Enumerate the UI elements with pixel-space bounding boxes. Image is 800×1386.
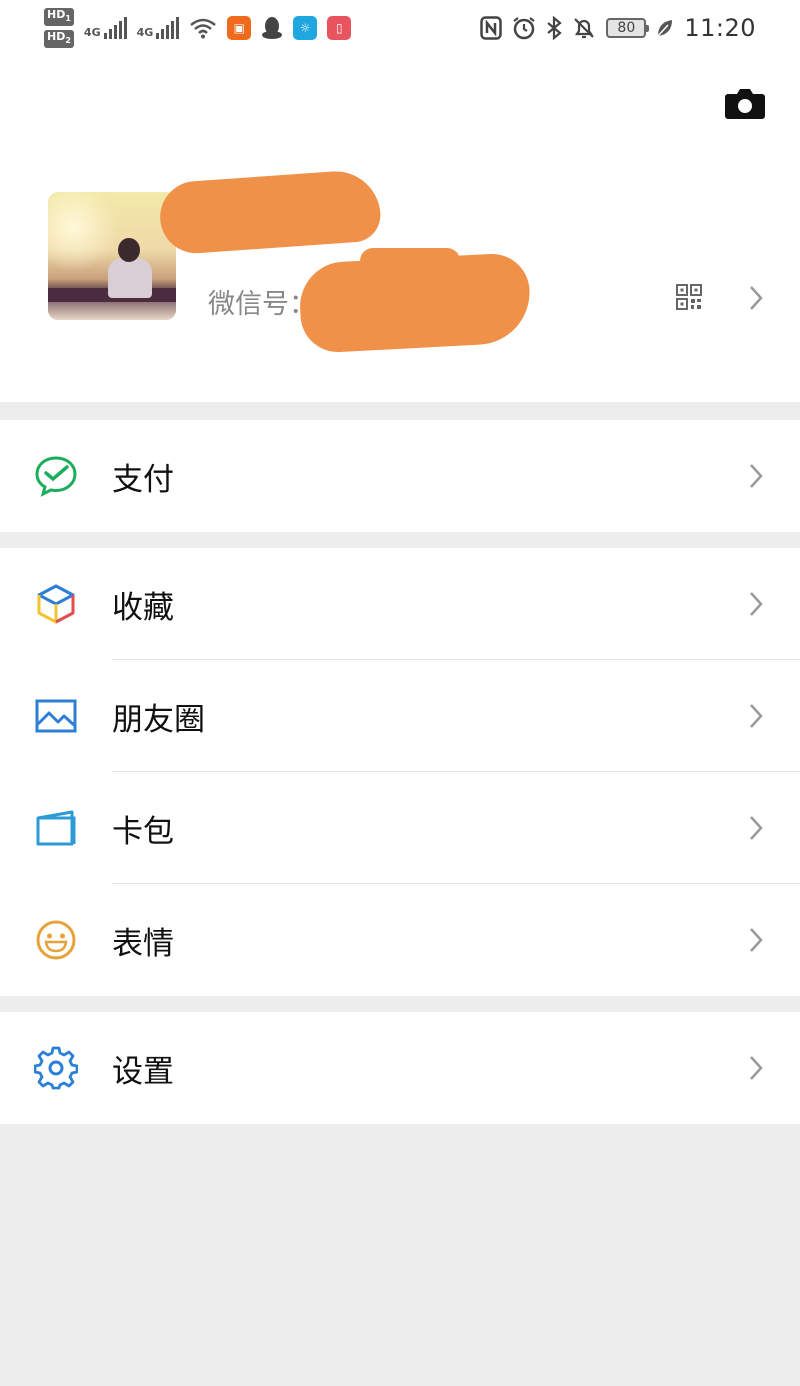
chevron-right-icon: [750, 704, 763, 728]
section-features: 收藏 朋友圈 卡包 表情: [0, 548, 800, 996]
wechat-pay-icon: [35, 456, 77, 497]
signal-2-bars-icon: [156, 17, 180, 39]
signal-1: 4G: [84, 17, 127, 39]
menu-label-favorites: 收藏: [112, 589, 174, 626]
hd2-badge: HD2: [44, 30, 74, 49]
camera-icon[interactable]: [724, 86, 766, 120]
signal-1-label: 4G: [83, 26, 101, 39]
hd-indicators: HD1 HD2: [44, 7, 74, 49]
menu-label-stickers: 表情: [112, 925, 174, 962]
menu-label-pay: 支付: [112, 461, 174, 498]
signal-1-bars-icon: [103, 17, 127, 39]
wechat-id-redaction: [297, 252, 533, 354]
qr-code-icon[interactable]: [676, 284, 702, 310]
menu-item-settings[interactable]: 设置: [0, 1012, 800, 1124]
chevron-right-icon: [750, 592, 763, 616]
gear-icon: [34, 1046, 78, 1090]
menu-item-favorites[interactable]: 收藏: [0, 548, 800, 660]
profile-header[interactable]: 微信号：li: [0, 56, 800, 402]
menu-item-moments[interactable]: 朋友圈: [0, 660, 800, 772]
avatar-person-body: [108, 258, 152, 298]
wechat-me-page: HD1 HD2 4G 4G ▣ ☼ ▯ 80 11:20 微信号：li 支付 收…: [0, 0, 800, 1386]
nickname-redaction: [157, 168, 383, 256]
battery-indicator: 80: [606, 18, 650, 38]
chevron-right-icon: [750, 1056, 763, 1080]
smiley-icon: [36, 920, 76, 960]
section-settings: 设置: [0, 1012, 800, 1124]
mi-app-icon: ▣: [227, 16, 252, 40]
menu-label-settings: 设置: [112, 1053, 174, 1090]
signal-2: 4G: [137, 17, 180, 39]
hd1-sub: 1: [65, 14, 71, 23]
nfc-icon: [480, 16, 503, 40]
landscape-icon: [35, 699, 77, 733]
chevron-right-icon: [750, 464, 763, 488]
bluetooth-icon: [547, 16, 563, 40]
reader-app-icon: ▯: [327, 16, 352, 40]
avatar-person-head: [118, 238, 140, 262]
menu-item-cards[interactable]: 卡包: [0, 772, 800, 884]
menu-label-moments: 朋友圈: [112, 701, 205, 738]
cube-icon: [37, 584, 75, 624]
wifi-icon: [190, 18, 217, 39]
chevron-right-icon: [750, 816, 763, 840]
mute-bell-icon: [574, 18, 595, 39]
section-pay: 支付: [0, 420, 800, 532]
card-wallet-icon: [36, 810, 76, 846]
profile-chevron-right-icon[interactable]: [748, 284, 764, 312]
hd2-sub: 2: [65, 36, 71, 46]
hd2-text: HD: [47, 30, 66, 43]
leaf-icon: [657, 20, 673, 37]
menu-item-stickers[interactable]: 表情: [0, 884, 800, 996]
chevron-right-icon: [750, 928, 763, 952]
hd1-text: HD: [47, 7, 66, 21]
avatar-sun: [48, 192, 118, 272]
menu-label-cards: 卡包: [112, 813, 174, 850]
battery-level: 80: [617, 20, 636, 36]
status-bar-right: 80 11:20: [480, 14, 756, 42]
status-bar-left: HD1 HD2 4G 4G ▣ ☼ ▯: [44, 7, 352, 49]
lightbulb-app-icon: ☼: [293, 16, 318, 40]
alarm-icon: [513, 17, 535, 40]
hd1-badge: HD1: [44, 7, 74, 26]
qq-penguin-icon: [262, 17, 283, 39]
avatar[interactable]: [48, 192, 176, 320]
menu-item-pay[interactable]: 支付: [0, 420, 800, 532]
status-time: 11:20: [684, 14, 756, 42]
signal-2-label: 4G: [136, 26, 154, 39]
status-bar: HD1 HD2 4G 4G ▣ ☼ ▯ 80 11:20: [0, 0, 800, 56]
